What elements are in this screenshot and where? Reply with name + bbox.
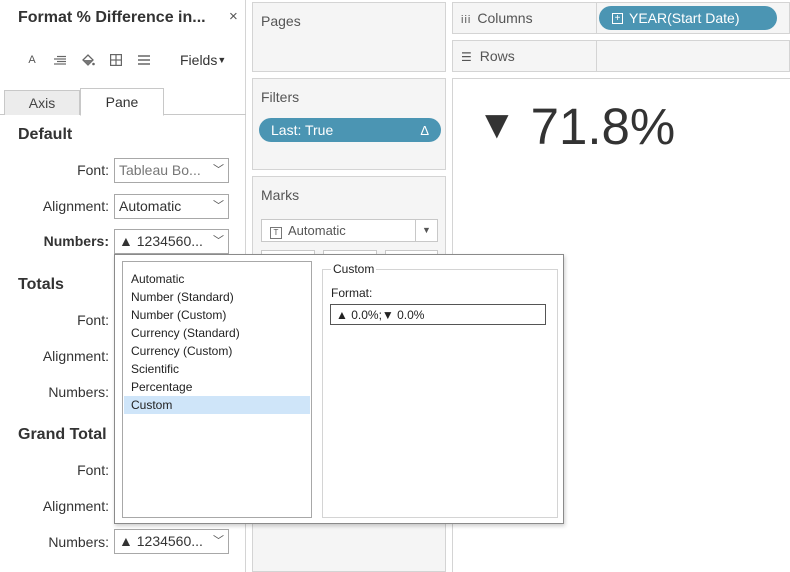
filters-title: Filters <box>261 89 300 105</box>
number-format-popup: Automatic Number (Standard) Number (Cust… <box>114 254 564 524</box>
pages-title: Pages <box>261 13 301 29</box>
rows-label: ☰ Rows <box>461 48 515 64</box>
shading-format-icon[interactable] <box>78 50 98 70</box>
custom-group-title: Custom <box>331 262 377 276</box>
totals-numbers-label: Numbers: <box>48 384 109 400</box>
totals-font-label: Font: <box>77 312 109 328</box>
pages-shelf[interactable]: Pages <box>252 2 446 72</box>
caret-down-icon: ▼ <box>415 220 437 241</box>
filter-pill-last[interactable]: Last: True Δ <box>259 118 441 142</box>
default-font-label: Font: <box>77 162 109 178</box>
text-mark-icon: T <box>270 227 282 239</box>
filter-pill-label: Last: True <box>271 122 334 138</box>
chevron-down-icon: ﹀ <box>213 164 224 176</box>
columns-pill-label: YEAR(Start Date) <box>629 10 740 26</box>
columns-pill-year-start-date[interactable]: + YEAR(Start Date) <box>599 6 777 30</box>
grand-totals-font-label: Font: <box>77 462 109 478</box>
custom-format-group: Custom Format: ▲ 0.0%;▼ 0.0% <box>322 262 558 518</box>
font-format-icon[interactable]: A <box>22 50 42 70</box>
alignment-format-icon[interactable] <box>50 50 70 70</box>
columns-shelf[interactable]: iii Columns + YEAR(Start Date) <box>452 2 790 34</box>
format-option-scientific[interactable]: Scientific <box>124 360 310 378</box>
shelf-divider <box>596 41 597 71</box>
grand-totals-numbers-label: Numbers: <box>48 534 109 550</box>
caret-down-icon: ▼ <box>217 55 227 65</box>
rows-icon: ☰ <box>461 50 472 64</box>
expand-plus-icon[interactable]: + <box>612 12 623 24</box>
borders-format-icon[interactable] <box>106 50 126 70</box>
mark-type-value: Automatic <box>288 223 346 238</box>
format-option-number-custom[interactable]: Number (Custom) <box>124 306 310 324</box>
columns-label: iii Columns <box>461 10 533 26</box>
fields-label: Fields <box>180 52 218 68</box>
format-option-custom[interactable]: Custom <box>124 396 310 414</box>
lines-format-icon[interactable] <box>134 50 154 70</box>
format-pane-title: Format % Difference in... <box>18 9 206 26</box>
default-font-dropdown[interactable]: Tableau Bo... ﹀ <box>114 158 229 183</box>
chevron-down-icon: ﹀ <box>213 535 224 547</box>
format-option-number-standard[interactable]: Number (Standard) <box>124 288 310 306</box>
default-numbers-label: Numbers: <box>43 233 109 249</box>
totals-heading: Totals <box>18 276 64 293</box>
columns-icon: iii <box>461 14 472 26</box>
chevron-down-icon: ﹀ <box>213 200 224 212</box>
rows-shelf[interactable]: ☰ Rows <box>452 40 790 72</box>
default-font-value: Tableau Bo... <box>119 162 201 178</box>
table-calc-delta-icon: Δ <box>420 122 429 138</box>
custom-format-input[interactable]: ▲ 0.0%;▼ 0.0% <box>330 304 546 325</box>
grand-totals-heading: Grand Total <box>18 426 107 443</box>
marks-title: Marks <box>261 187 300 203</box>
percent-difference-value: 71.8% <box>530 98 676 155</box>
default-alignment-dropdown[interactable]: Automatic ﹀ <box>114 194 229 219</box>
format-tabs: Axis Pane <box>0 88 246 116</box>
chevron-down-icon: ﹀ <box>213 235 224 247</box>
format-option-percentage[interactable]: Percentage <box>124 378 310 396</box>
down-triangle-icon: ▼ <box>477 103 517 147</box>
format-option-currency-custom[interactable]: Currency (Custom) <box>124 342 310 360</box>
fields-dropdown[interactable]: Fields▼ <box>180 52 226 68</box>
shelf-divider <box>596 3 597 33</box>
default-numbers-value: ▲ 1234560... <box>119 233 203 249</box>
filters-shelf[interactable]: Filters Last: True Δ <box>252 78 446 170</box>
tab-axis[interactable]: Axis <box>4 90 80 115</box>
default-heading: Default <box>18 126 73 143</box>
grand-totals-numbers-dropdown[interactable]: ▲ 1234560... ﹀ <box>114 529 229 554</box>
grand-totals-alignment-label: Alignment: <box>42 498 109 514</box>
tableau-workspace: Format % Difference in... × A Fields▼ Ax… <box>0 0 790 572</box>
default-alignment-value: Automatic <box>119 198 182 214</box>
big-number-value[interactable]: ▼ 71.8% <box>477 97 675 156</box>
mark-type-dropdown[interactable]: T Automatic ▼ <box>261 219 438 242</box>
default-numbers-dropdown[interactable]: ▲ 1234560... ﹀ <box>114 229 229 254</box>
format-option-automatic[interactable]: Automatic <box>124 270 310 288</box>
tab-pane[interactable]: Pane <box>80 88 164 116</box>
default-alignment-label: Alignment: <box>42 198 109 214</box>
format-option-currency-standard[interactable]: Currency (Standard) <box>124 324 310 342</box>
grand-totals-numbers-value: ▲ 1234560... <box>119 533 203 549</box>
number-format-list[interactable]: Automatic Number (Standard) Number (Cust… <box>122 261 312 518</box>
totals-alignment-label: Alignment: <box>42 348 109 364</box>
format-label: Format: <box>331 286 373 300</box>
close-icon[interactable]: × <box>229 8 238 25</box>
